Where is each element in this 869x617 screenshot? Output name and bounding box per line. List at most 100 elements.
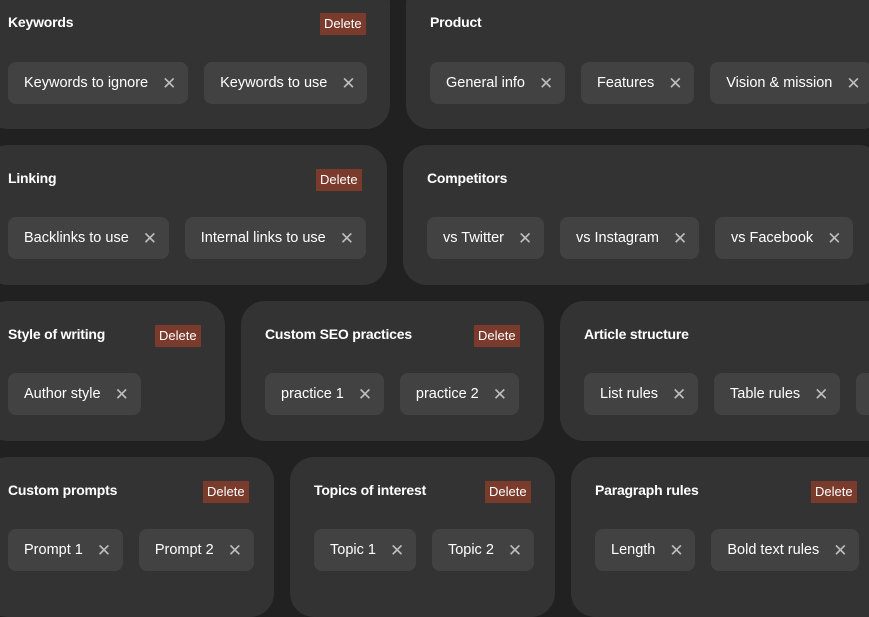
chip-list: Prompt 1 ✕ Prompt 2 ✕ <box>8 529 254 571</box>
close-icon[interactable]: ✕ <box>814 386 828 403</box>
close-icon[interactable]: ✕ <box>228 542 242 559</box>
close-icon[interactable]: ✕ <box>358 386 372 403</box>
close-icon[interactable]: ✕ <box>340 230 354 247</box>
chip-label: Keywords to use <box>220 75 328 91</box>
chip-label: Topic 1 <box>330 542 376 558</box>
custom-seo-card: Custom SEO practices Delete practice 1 ✕ … <box>241 301 544 441</box>
chip[interactable]: Bold text rules ✕ <box>711 529 860 571</box>
chip-list: Author style ✕ <box>8 373 141 415</box>
card-title: Topics of interest <box>314 482 427 498</box>
chip-label: Bold text rules <box>727 542 820 558</box>
chip[interactable]: Keywords to use ✕ <box>204 62 368 104</box>
chip-label: Features <box>597 75 655 91</box>
chip[interactable]: Prompt 1 ✕ <box>8 529 123 571</box>
chip[interactable]: Features ✕ <box>581 62 695 104</box>
chip-label: Backlinks to use <box>24 230 129 246</box>
chip-label: practice 1 <box>281 386 344 402</box>
chip-label: Table rules <box>730 386 801 402</box>
close-icon[interactable]: ✕ <box>493 386 507 403</box>
chip[interactable]: Keywords to ignore ✕ <box>8 62 189 104</box>
style-of-writing-card: Style of writing Delete Author style ✕ <box>0 301 225 441</box>
close-icon[interactable]: ✕ <box>115 386 129 403</box>
chip[interactable]: Internal links to use ✕ <box>184 217 366 259</box>
close-icon[interactable]: ✕ <box>97 542 111 559</box>
chip[interactable]: General info ✕ <box>430 62 565 104</box>
chip[interactable]: practice 2 ✕ <box>399 373 519 415</box>
chip-label: vs Instagram <box>575 230 659 246</box>
chip-label: Internal links to use <box>200 230 326 246</box>
card-title: Article structure <box>584 326 689 342</box>
paragraph-rules-card: Paragraph rules Delete Length ✕ Bold text… <box>571 457 869 617</box>
product-card: Product General info ✕ Features ✕ Vision &… <box>406 0 869 129</box>
chip[interactable]: Vision & mission ✕ <box>710 62 869 104</box>
chip-list: General info ✕ Features ✕ Vision & mission… <box>430 62 869 104</box>
chip[interactable]: Table rules ✕ <box>714 373 841 415</box>
close-icon[interactable]: ✕ <box>668 75 682 92</box>
chip-list: practice 1 ✕ practice 2 ✕ <box>265 373 519 415</box>
linking-card: Linking Delete Backlinks to use ✕ Interna… <box>0 145 387 285</box>
card-title: Paragraph rules <box>595 482 699 498</box>
chip-label: Length <box>611 542 656 558</box>
delete-button[interactable]: Delete <box>474 325 520 347</box>
close-icon[interactable]: ✕ <box>673 230 687 247</box>
card-title: Custom SEO practices <box>265 326 412 342</box>
chip-list: Length ✕ Bold text rules ✕ <box>595 529 860 571</box>
close-icon[interactable]: ✕ <box>162 75 176 92</box>
competitors-card: Competitors vs Twitter ✕ vs Instagram ✕ vs… <box>403 145 869 285</box>
chip-label: Author style <box>24 386 101 402</box>
close-icon[interactable]: ✕ <box>143 230 157 247</box>
chip-list: Keywords to ignore ✕ Keywords to use ✕ <box>8 62 368 104</box>
card-title: Competitors <box>427 170 508 186</box>
chip-list: vs Twitter ✕ vs Instagram ✕ vs Facebook ✕ <box>427 217 854 259</box>
card-title: Product <box>430 14 482 30</box>
chip[interactable]: Length ✕ <box>595 529 696 571</box>
close-icon[interactable]: ✕ <box>833 542 847 559</box>
delete-button[interactable]: Delete <box>320 13 366 35</box>
chip-label: Keywords to ignore <box>24 75 149 91</box>
chip[interactable]: Topic 1 ✕ <box>314 529 416 571</box>
close-icon[interactable]: ✕ <box>672 386 686 403</box>
delete-button[interactable]: Delete <box>203 481 249 503</box>
card-title: Custom prompts <box>8 482 118 498</box>
delete-button[interactable]: Delete <box>811 481 857 503</box>
chip-label: vs Twitter <box>443 230 504 246</box>
close-icon[interactable]: ✕ <box>827 230 841 247</box>
topics-of-interest-card: Topics of interest Delete Topic 1 ✕ Topic… <box>290 457 555 617</box>
chip[interactable]: List rules ✕ <box>584 373 699 415</box>
chip[interactable] <box>856 373 869 415</box>
chip[interactable]: vs Twitter ✕ <box>427 217 544 259</box>
chip[interactable]: vs Instagram ✕ <box>559 217 699 259</box>
close-icon[interactable]: ✕ <box>539 75 553 92</box>
chip-list: Backlinks to use ✕ Internal links to use ✕ <box>8 217 366 259</box>
chip-list: List rules ✕ Table rules ✕ <box>584 373 869 415</box>
close-icon[interactable]: ✕ <box>669 542 683 559</box>
keywords-card: Keywords Delete Keywords to ignore ✕ Keyw… <box>0 0 390 129</box>
close-icon[interactable]: ✕ <box>846 75 860 92</box>
chip-label: General info <box>446 75 525 91</box>
close-icon[interactable]: ✕ <box>518 230 532 247</box>
delete-button[interactable]: Delete <box>155 325 201 347</box>
close-icon[interactable]: ✕ <box>390 542 404 559</box>
chip[interactable]: Author style ✕ <box>8 373 141 415</box>
card-title: Style of writing <box>8 326 106 342</box>
chip[interactable]: Prompt 2 ✕ <box>138 529 254 571</box>
card-title: Keywords <box>8 14 74 30</box>
chip-label: Prompt 1 <box>24 542 83 558</box>
chip-label: Vision & mission <box>726 75 833 91</box>
chip-label: Prompt 2 <box>154 542 214 558</box>
chip-label: vs Facebook <box>730 230 814 246</box>
chip[interactable]: Topic 2 ✕ <box>431 529 534 571</box>
close-icon[interactable]: ✕ <box>341 75 355 92</box>
chip-label: practice 2 <box>415 386 479 402</box>
chip[interactable]: practice 1 ✕ <box>265 373 384 415</box>
close-icon[interactable]: ✕ <box>508 542 522 559</box>
chip[interactable]: Backlinks to use ✕ <box>8 217 169 259</box>
article-structure-card: Article structure List rules ✕ Table rule… <box>560 301 869 441</box>
card-title: Linking <box>8 170 57 186</box>
delete-button[interactable]: Delete <box>485 481 531 503</box>
custom-prompts-card: Custom prompts Delete Prompt 1 ✕ Prompt 2… <box>0 457 274 617</box>
delete-button[interactable]: Delete <box>316 169 362 191</box>
chip[interactable]: vs Facebook ✕ <box>714 217 854 259</box>
chip-label: List rules <box>600 386 659 402</box>
chip-list: Topic 1 ✕ Topic 2 ✕ <box>314 529 534 571</box>
